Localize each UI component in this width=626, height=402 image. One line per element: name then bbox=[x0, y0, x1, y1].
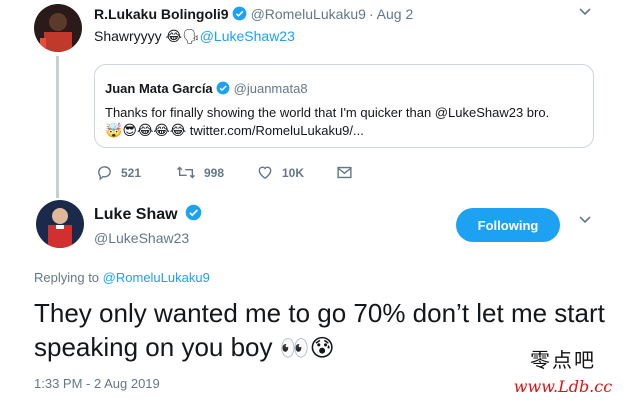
quote-author-handle: @juanmata8 bbox=[233, 81, 308, 96]
direct-message-button[interactable] bbox=[336, 164, 361, 181]
chevron-down-icon[interactable] bbox=[578, 212, 592, 231]
heart-icon bbox=[258, 166, 272, 180]
quote-header: Juan Mata García @juanmata8 bbox=[105, 81, 308, 96]
tweet1-header: R.Lukaku Bolingoli9 @RomeluLukaku9 · Aug 2 bbox=[94, 6, 413, 22]
tweet1-emojis: 😂🗣 bbox=[165, 29, 200, 45]
reply-button[interactable]: 521 bbox=[96, 164, 141, 181]
quote-author-name: Juan Mata García bbox=[105, 81, 213, 96]
watermark-url: www.Ldb.cc bbox=[513, 377, 613, 396]
replying-to: Replying to @RomeluLukaku9 bbox=[34, 270, 210, 285]
tweet2-author-handle[interactable]: @LukeShaw23 bbox=[94, 230, 189, 246]
quote-text-line2: 🤯😎😂😂😂 twitter.com/RomeluLukaku9/... bbox=[105, 123, 364, 139]
reply-count: 521 bbox=[121, 165, 142, 180]
like-button[interactable]: 10K bbox=[256, 164, 304, 181]
verified-badge-icon bbox=[216, 81, 230, 95]
tweet1-author-name[interactable]: R.Lukaku Bolingoli9 bbox=[94, 6, 229, 22]
like-count: 10K bbox=[282, 165, 305, 180]
retweet-button[interactable]: 998 bbox=[176, 164, 224, 181]
tweet2-emojis: 👀😰 bbox=[279, 334, 335, 362]
quote-link[interactable]: twitter.com/RomeluLukaku9/... bbox=[190, 123, 364, 138]
quote-emojis: 🤯😎😂😂😂 bbox=[105, 123, 187, 139]
replying-to-prefix: Replying to bbox=[34, 270, 100, 285]
verified-badge-icon bbox=[185, 204, 202, 221]
tweet2-author-name[interactable]: Luke Shaw bbox=[94, 206, 178, 223]
watermark: 零点吧 www.Ldb.cc bbox=[504, 344, 622, 396]
thread-connector-line bbox=[56, 56, 59, 198]
quote-text-line1: Thanks for finally showing the world tha… bbox=[105, 105, 550, 120]
separator-dot: · bbox=[368, 6, 374, 22]
following-button[interactable]: Following bbox=[456, 208, 560, 242]
tweet1-date[interactable]: Aug 2 bbox=[377, 6, 414, 22]
tweet1-author-handle[interactable]: @RomeluLukaku9 bbox=[251, 6, 366, 22]
tweet1-text-body: Shawryyyy bbox=[94, 28, 162, 44]
verified-badge-icon bbox=[232, 6, 246, 21]
avatar-lukaku-image bbox=[34, 4, 82, 52]
retweet-count: 998 bbox=[204, 165, 225, 180]
avatar-luke-shaw-image bbox=[36, 200, 84, 248]
watermark-chinese: 零点吧 bbox=[530, 348, 596, 372]
chevron-down-icon[interactable] bbox=[578, 4, 592, 23]
tweet2-author-name-row: Luke Shaw bbox=[94, 204, 202, 224]
avatar-lukaku[interactable] bbox=[34, 4, 82, 52]
tweet2-timestamp[interactable]: 1:33 PM - 2 Aug 2019 bbox=[34, 376, 160, 391]
replying-to-mention[interactable]: @RomeluLukaku9 bbox=[103, 270, 210, 285]
tweet1-text: Shawryyyy 😂🗣@LukeShaw23 bbox=[94, 28, 295, 45]
reply-icon bbox=[98, 166, 111, 181]
quoted-tweet-card[interactable]: Juan Mata García @juanmata8 Thanks for fi… bbox=[94, 64, 594, 148]
envelope-icon bbox=[337, 166, 352, 179]
tweet1-mention-link[interactable]: @LukeShaw23 bbox=[200, 28, 295, 44]
avatar-luke-shaw[interactable] bbox=[36, 200, 84, 248]
retweet-icon bbox=[176, 166, 196, 179]
